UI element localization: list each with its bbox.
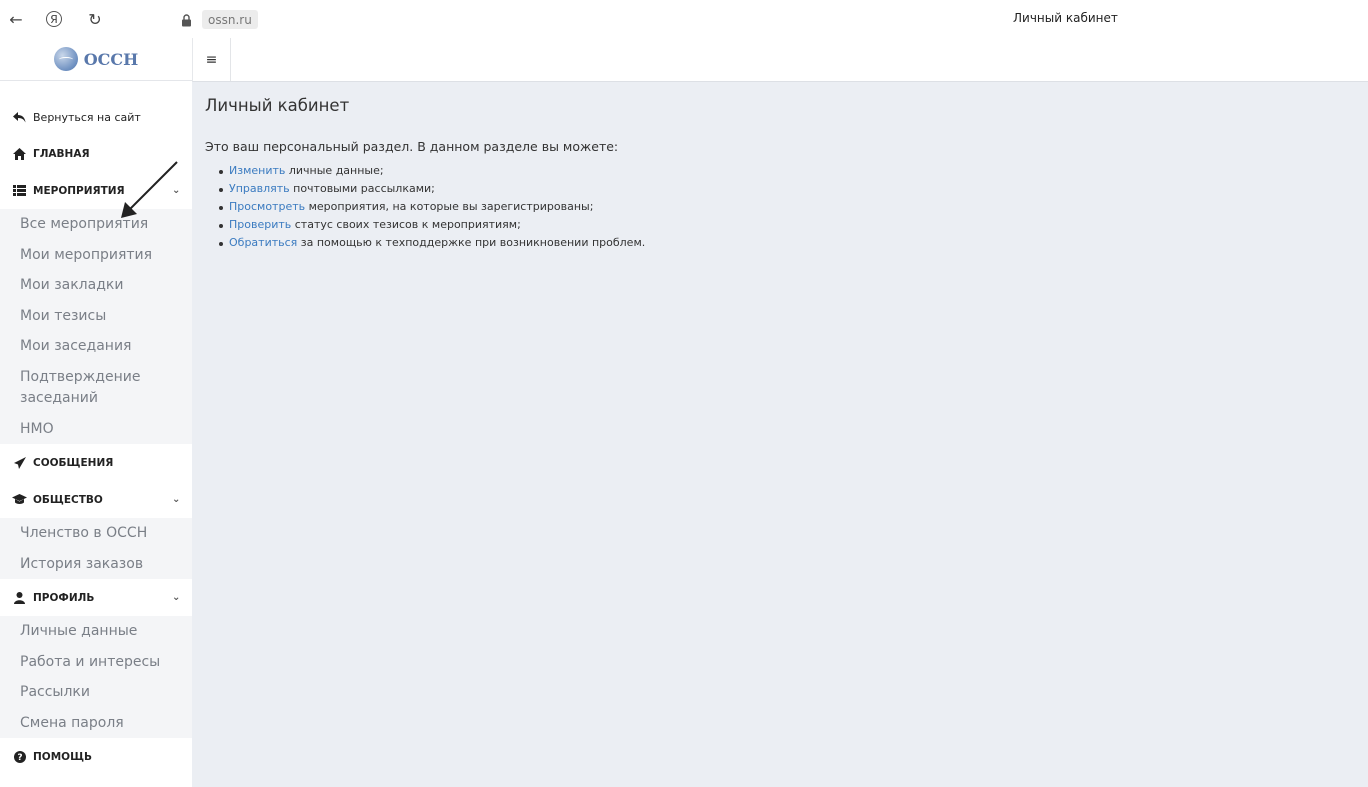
sidebar-item-profile-label: ПРОФИЛЬ [33, 591, 95, 604]
profile-submenu: Личные данные Работа и интересы Рассылки… [0, 616, 192, 738]
sidebar-item-messages[interactable]: СООБЩЕНИЯ [0, 444, 192, 481]
list-item-text: за помощью к техподдержке при возникнове… [297, 236, 646, 249]
sidebar-item-order-history[interactable]: История заказов [0, 549, 192, 580]
sidebar-item-personal-data[interactable]: Личные данные [0, 616, 192, 647]
sidebar: ОССН Вернуться на сайт ГЛАВНАЯ МЕРОПРИЯТ… [0, 38, 192, 787]
paper-plane-icon [12, 456, 27, 469]
contact-support-link[interactable]: Обратиться [229, 236, 297, 249]
sidebar-item-my-sessions[interactable]: Мои заседания [0, 331, 192, 362]
edit-link[interactable]: Изменить [229, 164, 285, 177]
logo-text: ОССН [83, 49, 139, 69]
sidebar-item-help[interactable]: ? ПОМОЩЬ [0, 738, 192, 775]
list-item: Изменить личные данные; [218, 164, 645, 182]
svg-text:?: ? [17, 753, 22, 763]
graduation-cap-icon [12, 494, 27, 505]
feature-list: Изменить личные данные; Управлять почтов… [218, 164, 646, 254]
sidebar-item-my-bookmarks[interactable]: Мои закладки [0, 270, 192, 301]
events-submenu: Все мероприятия Мои мероприятия Мои закл… [0, 209, 192, 444]
sidebar-item-society-label: ОБЩЕСТВО [33, 493, 103, 506]
sidebar-item-messages-label: СООБЩЕНИЯ [33, 456, 114, 469]
page-tab-title: Личный кабинет [1013, 11, 1118, 25]
list-item: Обратиться за помощью к техподдержке при… [218, 236, 646, 254]
chevron-down-icon: ⌄ [172, 494, 181, 505]
user-icon [12, 591, 27, 604]
list-item: Просмотреть мероприятия, на которые вы з… [218, 200, 645, 218]
sidebar-item-my-events[interactable]: Мои мероприятия [0, 240, 192, 271]
list-icon [12, 185, 27, 196]
sidebar-item-nmo[interactable]: НМО [0, 414, 192, 445]
sidebar-item-society[interactable]: ОБЩЕСТВО ⌄ [0, 481, 192, 518]
sidebar-item-work-interests[interactable]: Работа и интересы [0, 647, 192, 678]
sidebar-item-events-label: МЕРОПРИЯТИЯ [33, 184, 125, 197]
list-item-text: почтовыми рассылками; [289, 182, 435, 195]
chevron-down-icon: ⌄ [172, 592, 181, 603]
browser-toolbar: ← Я ↻ ossn.ru Личный кабинет [0, 0, 1368, 38]
reply-arrow-icon [12, 111, 27, 123]
annotation-arrow-icon [121, 161, 178, 218]
sidebar-item-help-label: ПОМОЩЬ [33, 750, 93, 763]
back-to-site-link[interactable]: Вернуться на сайт [0, 99, 192, 135]
globe-logo-icon [53, 47, 78, 71]
list-item: Управлять почтовыми рассылками; [218, 182, 645, 200]
intro-text: Это ваш персональный раздел. В данном ра… [205, 139, 619, 154]
main-content: Личный кабинет Это ваш персональный разд… [192, 82, 1368, 787]
list-item: Проверить статус своих тезисов к меропри… [218, 218, 645, 236]
sidebar-item-my-theses[interactable]: Мои тезисы [0, 301, 192, 332]
view-link[interactable]: Просмотреть [229, 200, 305, 213]
check-link[interactable]: Проверить [229, 218, 291, 231]
logo[interactable]: ОССН [0, 38, 192, 81]
list-item-text: личные данные; [285, 164, 384, 177]
hamburger-menu-icon[interactable]: ≡ [193, 38, 231, 81]
sidebar-item-home-label: ГЛАВНАЯ [33, 147, 90, 160]
manage-link[interactable]: Управлять [229, 182, 290, 195]
sidebar-item-change-password[interactable]: Смена пароля [0, 708, 192, 739]
question-circle-icon: ? [12, 750, 27, 763]
list-item-text: мероприятия, на которые вы зарегистриров… [305, 200, 594, 213]
sidebar-item-profile[interactable]: ПРОФИЛЬ ⌄ [0, 579, 192, 616]
list-item-text: статус своих тезисов к мероприятиям; [291, 218, 521, 231]
page-title: Личный кабинет [205, 96, 350, 115]
top-bar: ≡ [192, 38, 1368, 82]
back-to-site-label: Вернуться на сайт [33, 110, 141, 124]
sidebar-item-mailings[interactable]: Рассылки [0, 677, 192, 708]
sidebar-item-session-confirmation[interactable]: Подтверждение заседаний [0, 362, 192, 414]
sidebar-item-membership[interactable]: Членство в ОССН [0, 518, 192, 549]
home-icon [12, 147, 27, 160]
society-submenu: Членство в ОССН История заказов [0, 518, 192, 579]
